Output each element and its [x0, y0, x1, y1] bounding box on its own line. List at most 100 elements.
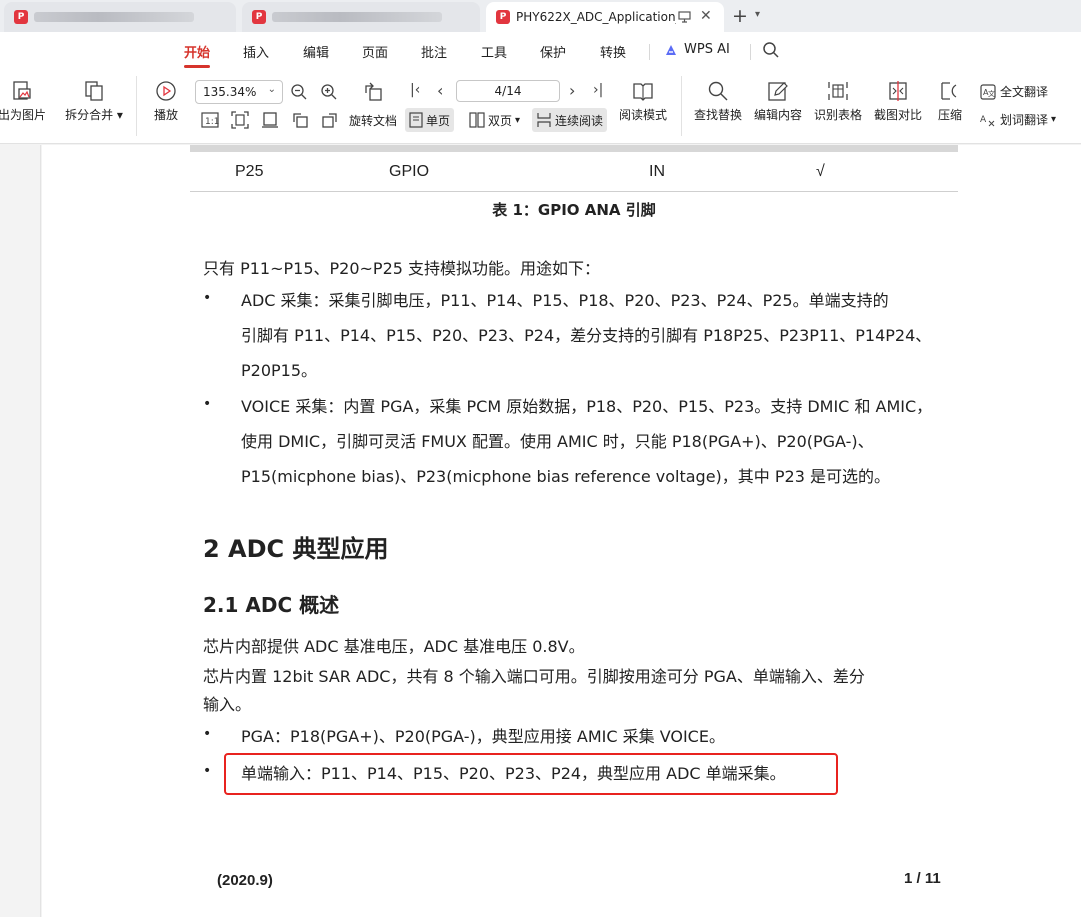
compare-icon: [889, 81, 907, 101]
table-cell: P25: [235, 163, 264, 180]
screenshot-compare-button[interactable]: 截图对比: [870, 80, 926, 123]
export-image-icon: [13, 81, 31, 100]
menu-page[interactable]: 页面: [362, 42, 388, 61]
divider: [136, 76, 137, 136]
pga-item: PGA：P18(PGA+)、P20(PGA-)，典型应用接 AMIC 采集 VO…: [241, 727, 725, 746]
highlight-box: [224, 753, 838, 795]
export-image-button[interactable]: 出为图片: [0, 80, 54, 123]
split-merge-button[interactable]: 拆分合并 ▾: [62, 80, 126, 123]
split-merge-label: 拆分合并 ▾: [65, 108, 123, 122]
page-number-input[interactable]: 4/14: [456, 80, 560, 102]
read-mode-button[interactable]: 阅读模式: [616, 80, 670, 123]
export-image-label: 出为图片: [0, 108, 46, 122]
table-cell: √: [816, 163, 825, 180]
zoom-out-icon[interactable]: [290, 83, 308, 101]
menu-active-indicator: [184, 65, 210, 68]
chevron-down-icon: ▾: [1051, 114, 1057, 125]
monitor-icon[interactable]: [678, 11, 691, 23]
chevron-down-icon[interactable]: ▾: [755, 9, 760, 20]
intro-paragraph: 只有 P11~P15、P20~P25 支持模拟功能。用途如下：: [203, 259, 601, 278]
chevron-down-icon: ⌄: [267, 84, 276, 95]
fit-page-icon[interactable]: [231, 111, 249, 129]
book-icon: [633, 83, 653, 101]
fit-width-icon[interactable]: [261, 111, 279, 129]
actual-size-icon[interactable]: 1:1: [201, 112, 219, 128]
full-translate-button[interactable]: A文 全文翻译: [980, 83, 1048, 100]
bullet: •: [203, 290, 212, 306]
wps-ai-button[interactable]: WPS AI: [664, 42, 730, 57]
double-page-icon: [469, 112, 485, 128]
wps-ai-icon: [666, 44, 676, 55]
menu-tools[interactable]: 工具: [481, 42, 507, 61]
tab-title-blurred: [272, 12, 442, 22]
zoom-select[interactable]: 135.34% ⌄: [195, 80, 283, 104]
table-row: P25 GPIO IN √: [190, 152, 958, 192]
word-translate-label: 划词翻译: [1000, 113, 1049, 127]
edit-content-icon: [768, 82, 788, 101]
search-icon[interactable]: [762, 41, 780, 59]
single-page-button[interactable]: 单页: [405, 108, 455, 132]
bullet: •: [203, 396, 212, 412]
menu-comment[interactable]: 批注: [421, 42, 447, 61]
footer-date: (2020.9): [217, 872, 273, 889]
voice-line: VOICE 采集：内置 PGA，采集 PCM 原始数据，P18、P20、P15、…: [241, 397, 933, 416]
word-translate-button[interactable]: A 划词翻译 ▾: [980, 111, 1056, 128]
menu-protect[interactable]: 保护: [540, 42, 566, 61]
table-icon: [828, 82, 848, 100]
continuous-reading-icon: [537, 113, 551, 127]
rotate-right-icon[interactable]: [321, 111, 339, 129]
table-cell: IN: [649, 163, 665, 180]
single-page-icon: [409, 112, 423, 128]
screenshot-compare-label: 截图对比: [873, 108, 922, 122]
toolbar: 出为图片 拆分合并 ▾ 播放 135.34% ⌄ 1:1 旋转文档 |‹ ‹ 4…: [0, 70, 1081, 144]
menu-insert[interactable]: 插入: [243, 42, 269, 61]
find-replace-label: 查找替换: [693, 108, 742, 122]
double-page-button[interactable]: 双页 ▾: [465, 108, 524, 132]
word-translate-icon: A: [980, 115, 995, 126]
play-button[interactable]: 播放: [146, 80, 186, 123]
svg-text:1:1: 1:1: [205, 117, 219, 127]
tab-document-1[interactable]: P: [4, 2, 236, 32]
continuous-reading-button[interactable]: 连续阅读: [532, 108, 608, 132]
tab-document-active[interactable]: P PHY622X_ADC_Application_ ✕: [486, 2, 724, 32]
zoom-value: 135.34%: [203, 85, 257, 99]
new-tab-icon[interactable]: +: [732, 5, 748, 27]
last-page-icon[interactable]: ›|: [593, 82, 603, 98]
edit-content-button[interactable]: 编辑内容: [750, 80, 806, 123]
first-page-icon[interactable]: |‹: [410, 82, 420, 98]
double-page-label: 双页: [488, 113, 513, 128]
close-icon[interactable]: ✕: [700, 8, 712, 24]
divider: [750, 44, 751, 60]
table-top-border: [190, 145, 958, 152]
zoom-in-icon[interactable]: [320, 83, 338, 101]
bullet: •: [203, 763, 212, 779]
section-heading: 2 ADC 典型应用: [203, 535, 389, 563]
table-cell: GPIO: [389, 163, 430, 180]
paragraph: 输入。: [203, 695, 252, 714]
menu-edit[interactable]: 编辑: [303, 42, 329, 61]
tab-bar: P P P PHY622X_ADC_Application_ ✕ + ▾: [0, 0, 1081, 32]
menu-home[interactable]: 开始: [184, 42, 210, 61]
compress-button[interactable]: 压缩: [930, 80, 970, 123]
rotate-document-label[interactable]: 旋转文档: [345, 108, 401, 132]
menu-convert[interactable]: 转换: [600, 42, 626, 61]
adc-line: 引脚有 P11、P14、P15、P20、P23、P24，差分支持的引脚有 P18…: [241, 326, 932, 345]
recognize-table-button[interactable]: 识别表格: [810, 80, 866, 123]
tab-document-2[interactable]: P: [242, 2, 480, 32]
next-page-icon[interactable]: ›: [569, 81, 575, 100]
rotate-left-icon[interactable]: [291, 111, 309, 129]
find-replace-button[interactable]: 查找替换: [690, 80, 746, 123]
svg-text:文: 文: [988, 89, 995, 98]
divider: [649, 44, 650, 60]
continuous-reading-label: 连续阅读: [555, 113, 604, 128]
wps-pdf-icon: P: [14, 10, 28, 24]
adc-line: ADC 采集：采集引脚电压，P11、P14、P15、P18、P20、P23、P2…: [241, 291, 889, 310]
wps-pdf-icon: P: [496, 10, 510, 24]
prev-page-icon[interactable]: ‹: [437, 81, 443, 100]
single-page-label: 单页: [426, 113, 451, 128]
wps-pdf-icon: P: [252, 10, 266, 24]
rotate-document-icon[interactable]: [362, 81, 384, 103]
subsection-heading: 2.1 ADC 概述: [203, 593, 340, 617]
menu-bar: 开始 插入 编辑 页面 批注 工具 保护 转换 WPS AI: [0, 32, 1081, 70]
voice-line: P15(micphone bias)、P23(micphone bias ref…: [241, 467, 890, 486]
